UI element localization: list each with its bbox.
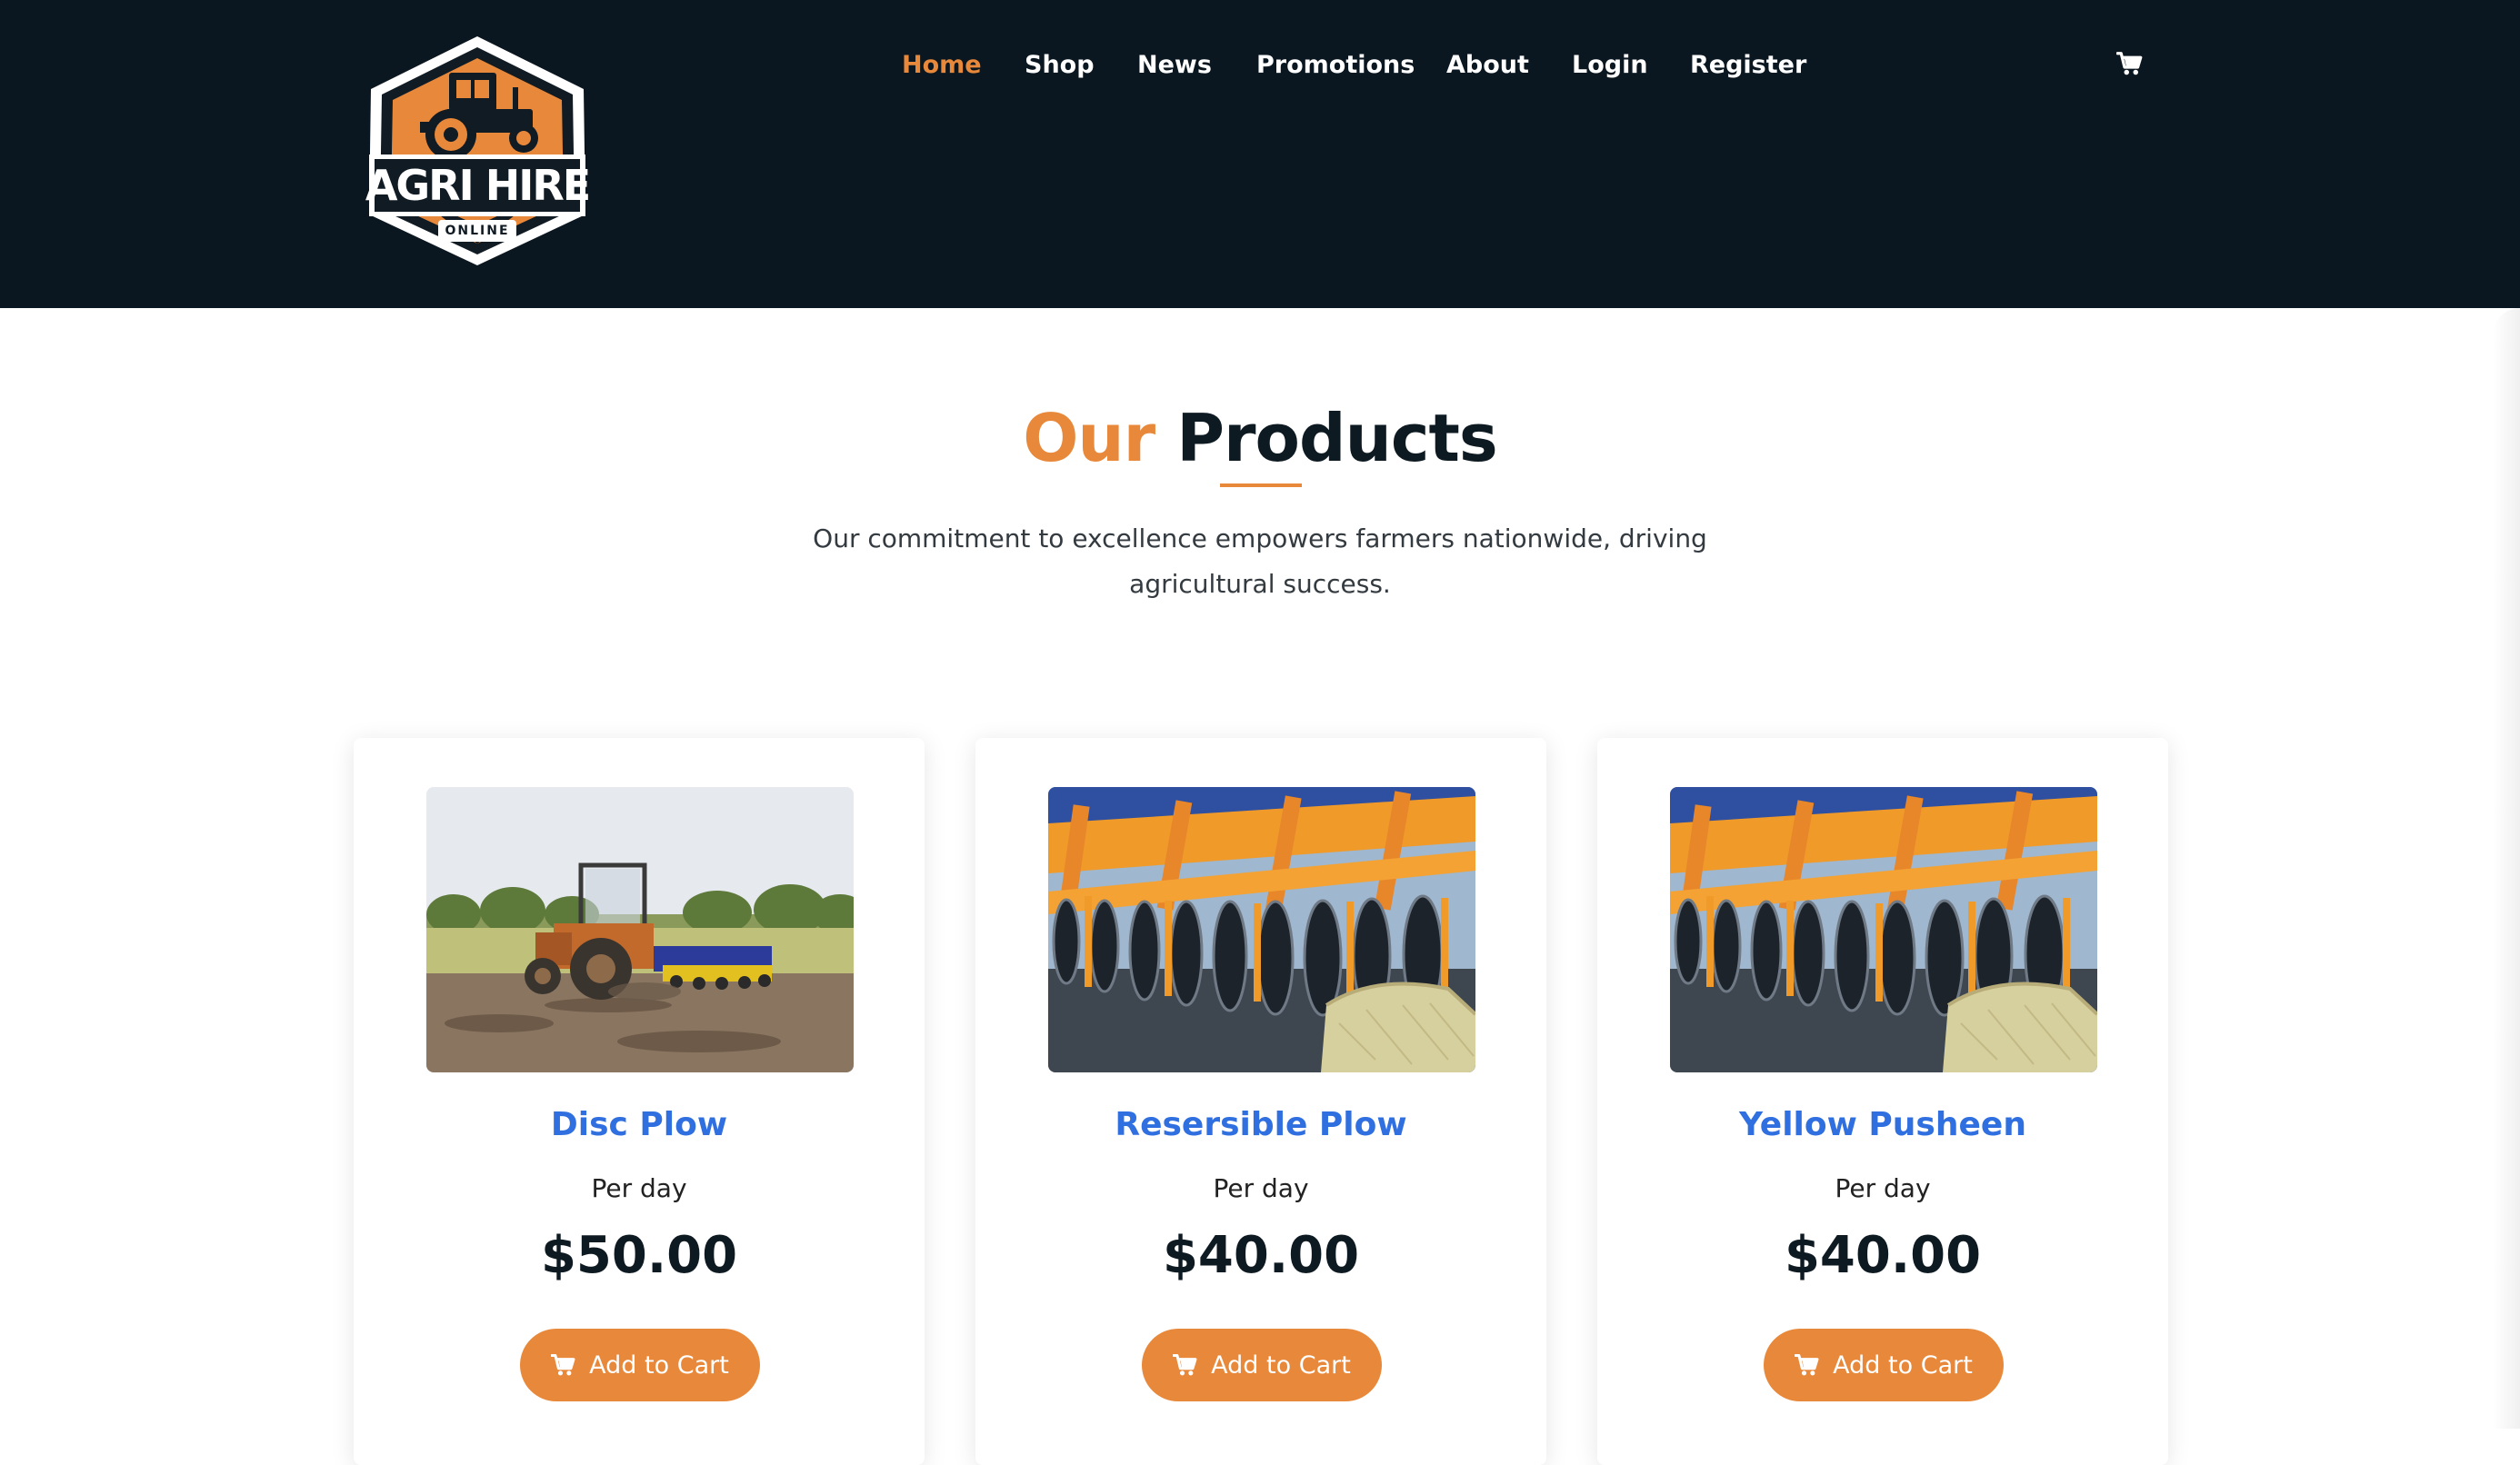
tractor-photo <box>426 787 854 1072</box>
nav-home[interactable]: Home <box>902 47 982 84</box>
cart-icon <box>1795 1353 1820 1377</box>
logo-subtext: ONLINE <box>445 224 510 238</box>
section-subtitle: Our commitment to excellence empowers fa… <box>813 523 1707 599</box>
page-scroll-edge <box>2493 308 2520 1429</box>
disc-harrow-photo <box>1670 787 2097 1072</box>
logo-text: AGRI HIRE <box>365 161 591 210</box>
product-rate-unit: Per day <box>1835 1173 1931 1203</box>
section-title-accent: Our <box>1023 400 1155 476</box>
nav-about[interactable]: About <box>1446 47 1529 84</box>
nav-promotions[interactable]: Promotions <box>1256 47 1415 84</box>
shopping-cart-icon <box>2116 51 2144 76</box>
section-title-main: Products <box>1176 400 1497 476</box>
add-to-cart-label: Add to Cart <box>589 1350 729 1380</box>
product-price: $40.00 <box>1162 1226 1360 1285</box>
section-title: Our Products <box>0 393 2520 483</box>
nav-shop[interactable]: Shop <box>1025 47 1095 84</box>
product-price: $40.00 <box>1784 1226 1982 1285</box>
product-image[interactable] <box>426 787 854 1072</box>
product-name[interactable]: Disc Plow <box>354 1100 925 1151</box>
nav-login[interactable]: Login <box>1572 47 1648 84</box>
product-name[interactable]: Yellow Pusheen <box>1597 1100 2168 1151</box>
product-rate-unit: Per day <box>1213 1173 1309 1203</box>
cart-icon <box>1173 1353 1198 1377</box>
add-to-cart-button[interactable]: Add to Cart <box>520 1329 760 1401</box>
product-card: Yellow Pusheen Per day $40.00 Add to Car… <box>1597 738 2168 1465</box>
product-rate-unit: Per day <box>591 1173 687 1203</box>
product-card: Resersible Plow Per day $40.00 Add to Ca… <box>975 738 1546 1465</box>
product-card: Disc Plow Per day $50.00 Add to Cart <box>354 738 925 1465</box>
nav-register[interactable]: Register <box>1690 47 1806 84</box>
product-name[interactable]: Resersible Plow <box>975 1100 1546 1151</box>
add-to-cart-button[interactable]: Add to Cart <box>1142 1329 1382 1401</box>
add-to-cart-label: Add to Cart <box>1211 1350 1351 1380</box>
site-header: AGRI HIRE ONLINE Home Shop News Promotio… <box>0 0 2520 308</box>
disc-harrow-photo <box>1048 787 1475 1072</box>
cart-icon <box>551 1353 576 1377</box>
nav-news[interactable]: News <box>1137 47 1212 84</box>
title-underline <box>1220 483 1302 487</box>
product-image[interactable] <box>1048 787 1475 1072</box>
add-to-cart-button[interactable]: Add to Cart <box>1764 1329 2004 1401</box>
product-price: $50.00 <box>540 1226 738 1285</box>
add-to-cart-label: Add to Cart <box>1833 1350 1973 1380</box>
header-cart-button[interactable] <box>2116 51 2147 80</box>
product-image[interactable] <box>1670 787 2097 1072</box>
